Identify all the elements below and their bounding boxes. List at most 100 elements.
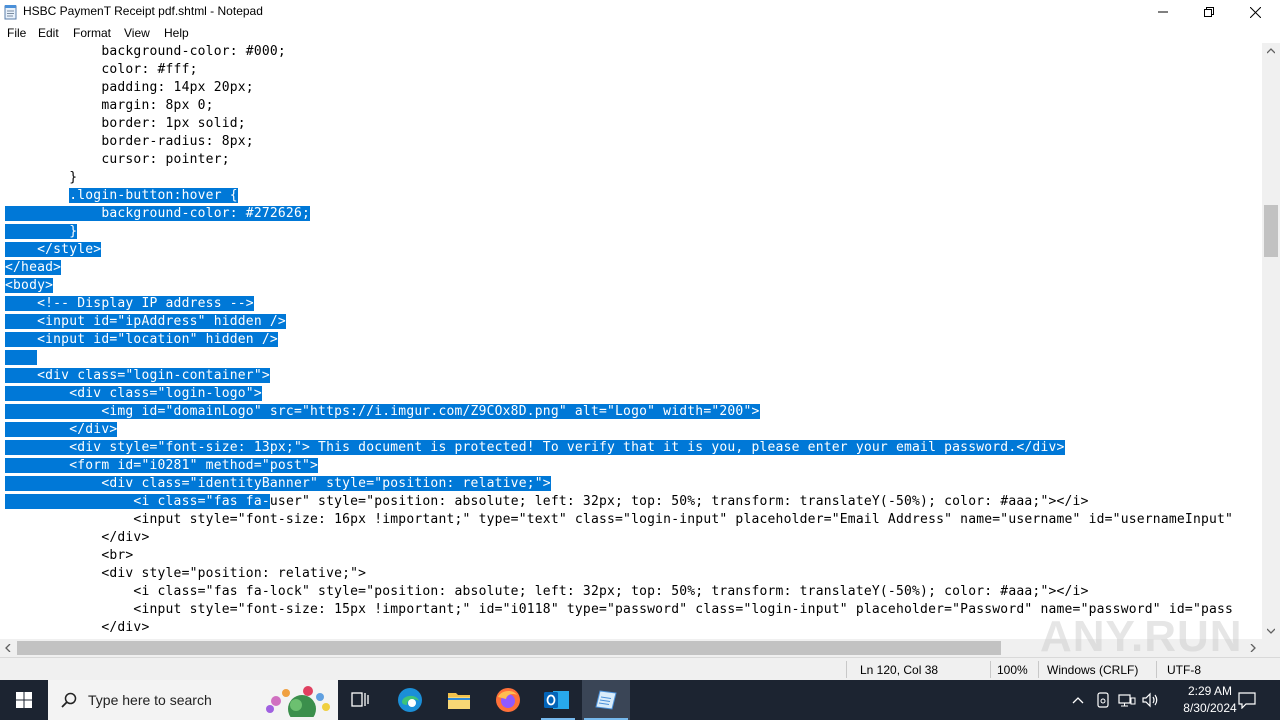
code-text: user" style="position: absolute; left: 3… xyxy=(269,494,1089,509)
selected-code-text: background-color: #272626; xyxy=(5,206,311,221)
code-line[interactable]: <img id="domainLogo" src="https://i.imgu… xyxy=(5,403,760,421)
code-line[interactable]: <i class="fas fa-lock" style="position: … xyxy=(5,583,1089,601)
code-line[interactable]: <i class="fas fa-user" style="position: … xyxy=(5,493,1089,511)
code-line[interactable]: border: 1px solid; xyxy=(5,115,246,133)
code-text: </div> xyxy=(5,620,150,635)
menu-view[interactable]: View xyxy=(124,26,150,40)
network-icon xyxy=(1118,694,1136,707)
firefox-icon xyxy=(496,688,520,712)
code-line[interactable]: color: #fff; xyxy=(5,61,198,79)
tray-volume-button[interactable] xyxy=(1140,680,1162,720)
code-line[interactable]: </head> xyxy=(5,259,62,277)
code-line[interactable]: </div> xyxy=(5,619,149,637)
selected-code-text xyxy=(5,350,38,365)
notification-center-button[interactable] xyxy=(1232,680,1262,720)
code-line[interactable]: cursor: pointer; xyxy=(5,151,230,169)
code-line[interactable]: <div style="font-size: 13px;"> This docu… xyxy=(5,439,1065,457)
code-line[interactable]: margin: 8px 0; xyxy=(5,97,214,115)
code-text: padding: 14px 20px; xyxy=(5,80,254,95)
code-line[interactable]: <div class="identityBanner" style="posit… xyxy=(5,475,551,493)
text-editor[interactable]: background-color: #000; color: #fff; pad… xyxy=(0,43,1262,639)
edge-taskbar-button[interactable] xyxy=(386,680,434,720)
notepad-icon xyxy=(595,690,617,710)
show-hidden-icons-button[interactable] xyxy=(1068,680,1088,720)
menu-edit[interactable]: Edit xyxy=(38,26,59,40)
selected-code-text: <div class="login-container"> xyxy=(5,368,270,383)
code-line[interactable]: <body> xyxy=(5,277,54,295)
restore-icon xyxy=(1204,7,1214,17)
edge-icon xyxy=(398,688,422,712)
scroll-down-icon[interactable] xyxy=(1267,628,1275,634)
code-text: </div> xyxy=(5,530,150,545)
menu-format[interactable]: Format xyxy=(73,26,111,40)
status-separator xyxy=(1038,661,1039,678)
selected-code-text: <body> xyxy=(5,278,54,293)
scroll-up-icon[interactable] xyxy=(1267,48,1275,54)
notepad-taskbar-button[interactable] xyxy=(582,680,630,720)
scroll-right-icon[interactable] xyxy=(1250,644,1256,652)
cursor-position: Ln 120, Col 38 xyxy=(860,663,939,677)
task-view-icon xyxy=(351,692,369,707)
code-line[interactable]: <br> xyxy=(5,547,133,565)
code-line[interactable]: border-radius: 8px; xyxy=(5,133,254,151)
vertical-scrollbar[interactable] xyxy=(1262,43,1280,639)
code-text: <i class="fas fa-lock" style="position: … xyxy=(5,584,1089,599)
title-bar[interactable]: HSBC PaymenT Receipt pdf.shtml - Notepad xyxy=(0,0,1280,24)
vertical-scroll-thumb[interactable] xyxy=(1264,205,1278,257)
code-line[interactable]: <div class="login-container"> xyxy=(5,367,270,385)
restore-button[interactable] xyxy=(1186,0,1232,24)
tray-network-button[interactable] xyxy=(1116,680,1138,720)
code-line[interactable]: <!-- Display IP address --> xyxy=(5,295,254,313)
code-line[interactable]: <input id="location" hidden /> xyxy=(5,331,278,349)
code-line[interactable]: } xyxy=(5,223,78,241)
volume-icon xyxy=(1142,692,1158,708)
start-button[interactable] xyxy=(0,680,48,720)
horizontal-scroll-thumb[interactable] xyxy=(17,641,1001,655)
code-line[interactable]: padding: 14px 20px; xyxy=(5,79,254,97)
code-line[interactable]: <input style="font-size: 16px !important… xyxy=(5,511,1233,529)
search-highlight-illustration xyxy=(266,686,330,717)
code-line[interactable]: </div> xyxy=(5,529,149,547)
status-separator xyxy=(990,661,991,678)
code-line[interactable]: <form id="i0281" method="post"> xyxy=(5,457,319,475)
menu-file[interactable]: File xyxy=(7,26,26,40)
code-line[interactable]: .login-button:hover { xyxy=(5,187,238,205)
selected-code-text: <input id="location" hidden /> xyxy=(5,332,278,347)
code-text: <br> xyxy=(5,548,134,563)
code-line[interactable]: <input id="ipAddress" hidden /> xyxy=(5,313,286,331)
selected-code-text: </head> xyxy=(5,260,62,275)
code-line[interactable]: } xyxy=(5,169,77,187)
search-placeholder: Type here to search xyxy=(88,692,212,708)
code-text: background-color: #000; xyxy=(5,44,286,59)
menu-help-label: Help xyxy=(164,26,189,40)
status-separator xyxy=(1156,661,1157,678)
code-line[interactable]: <div class="login-logo"> xyxy=(5,385,262,403)
code-line[interactable]: background-color: #000; xyxy=(5,43,286,61)
code-line[interactable]: </style> xyxy=(5,241,102,259)
file-explorer-taskbar-button[interactable] xyxy=(435,680,483,720)
selected-code-text: </div> xyxy=(5,422,118,437)
task-view-button[interactable] xyxy=(338,680,382,720)
code-line[interactable]: </div> xyxy=(5,421,118,439)
start-icon xyxy=(16,692,32,708)
outlook-taskbar-button[interactable] xyxy=(533,680,581,720)
status-separator xyxy=(846,661,847,678)
code-text: cursor: pointer; xyxy=(5,152,230,167)
code-line[interactable] xyxy=(5,349,38,367)
tray-device-button[interactable] xyxy=(1092,680,1114,720)
code-line[interactable]: <div style="position: relative;"> xyxy=(5,565,366,583)
menu-help[interactable]: Help xyxy=(164,26,189,40)
firefox-taskbar-button[interactable] xyxy=(484,680,532,720)
scroll-left-icon[interactable] xyxy=(5,644,11,652)
menu-format-label: Format xyxy=(73,26,112,40)
code-line[interactable]: background-color: #272626; xyxy=(5,205,311,223)
menu-bar: File Edit Format View Help xyxy=(0,24,1280,43)
minimize-button[interactable] xyxy=(1140,0,1186,24)
scroll-corner xyxy=(1262,639,1280,657)
close-button[interactable] xyxy=(1232,0,1278,24)
taskbar-search-box[interactable]: Type here to search xyxy=(48,680,338,720)
selected-code-text: <form id="i0281" method="post"> xyxy=(5,458,319,473)
zoom-level: 100% xyxy=(997,663,1028,677)
code-text: border-radius: 8px; xyxy=(5,134,254,149)
chevron-up-icon xyxy=(1072,697,1084,704)
